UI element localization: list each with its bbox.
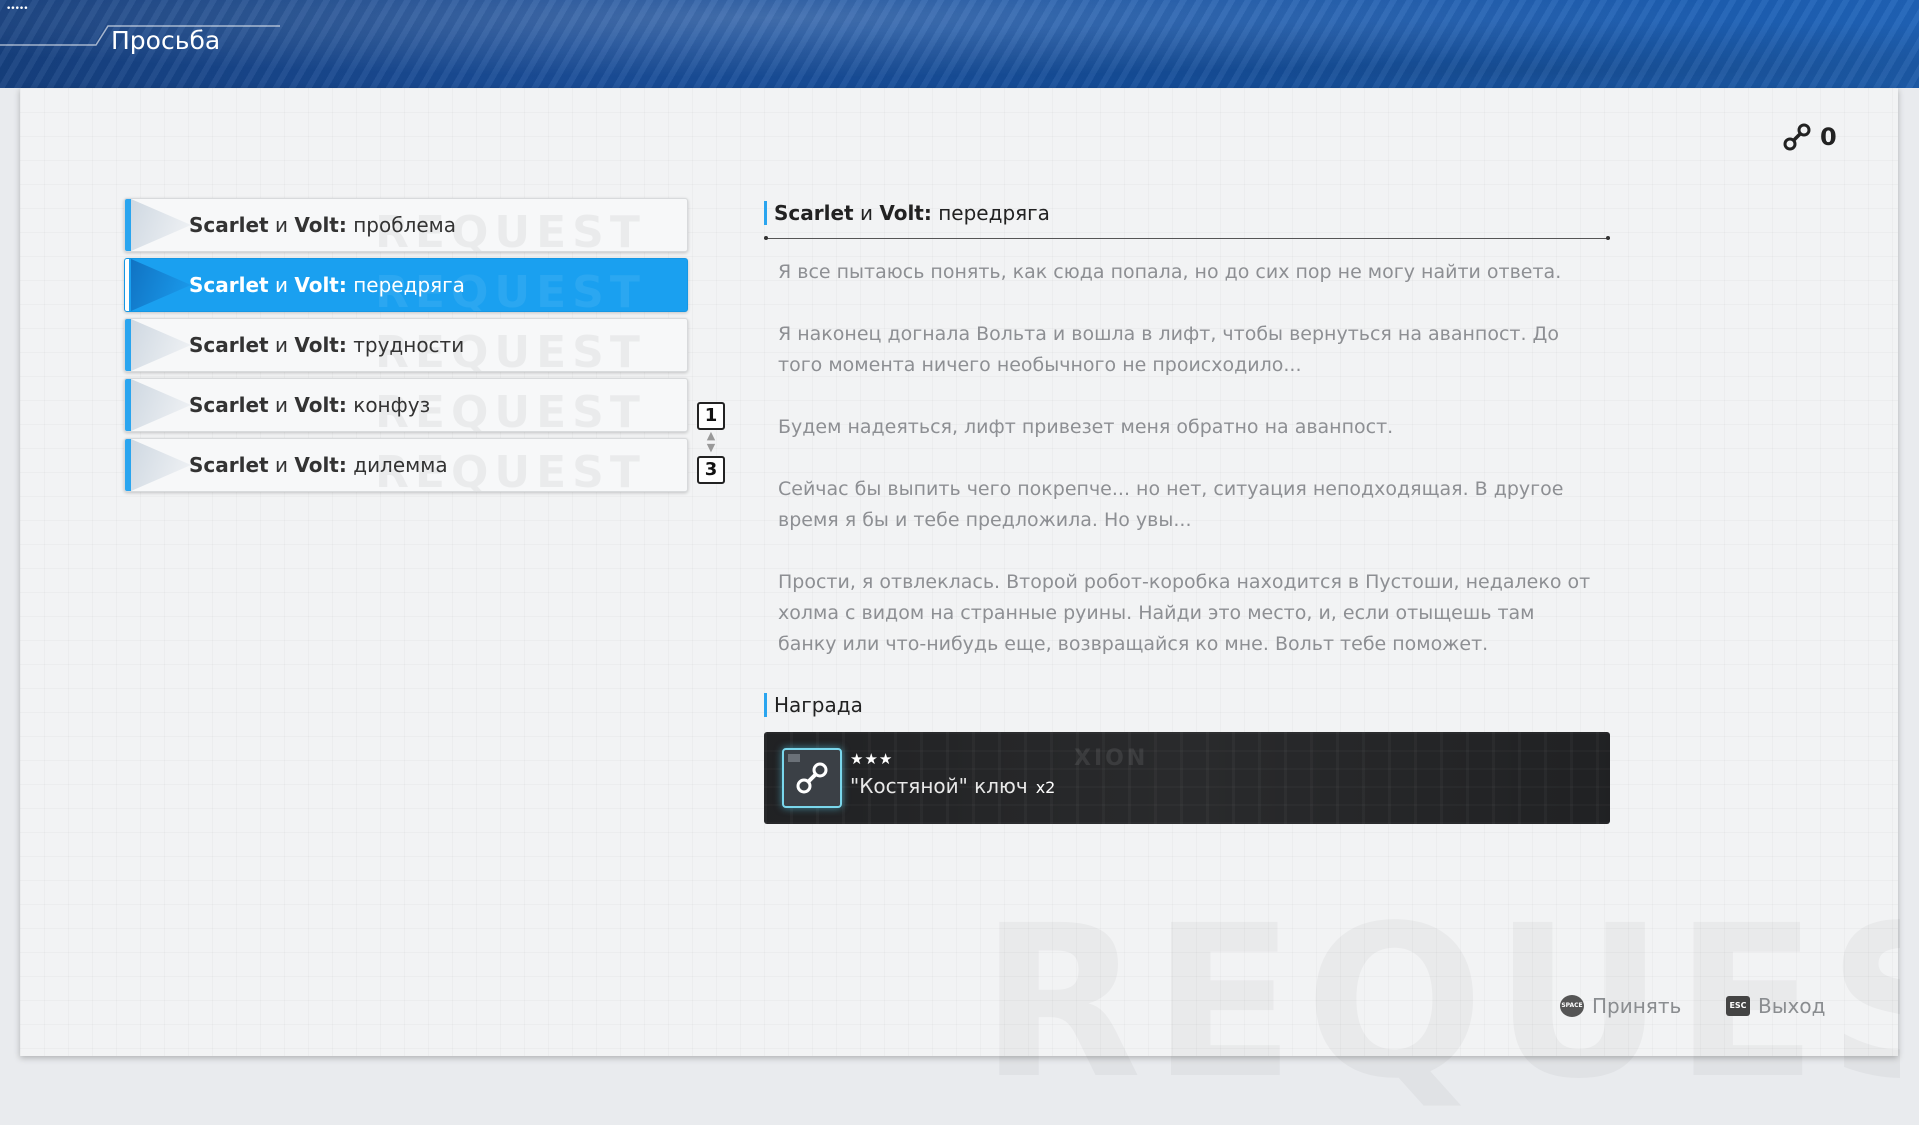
space-key-icon: SPACE (1560, 995, 1584, 1017)
quest-label: Scarlet и Volt: передряга (189, 273, 465, 297)
quest-label: Scarlet и Volt: дилемма (189, 453, 448, 477)
description-paragraph: Сейчас бы выпить чего покрепче... но нет… (778, 478, 1564, 531)
reward-card[interactable]: XION ★★★ "Костяной" ключ x2 (764, 732, 1610, 824)
quest-item-dilemma[interactable]: REQUEST Scarlet и Volt: дилемма (124, 438, 688, 492)
reward-card-watermark: XION (1074, 746, 1149, 771)
quest-label: Scarlet и Volt: трудности (189, 333, 465, 357)
quest-triangle-decor (131, 319, 191, 371)
quest-triangle-decor (131, 439, 191, 491)
key-counter: 0 (1782, 122, 1837, 152)
top-bar: ••••• Просьба (0, 0, 1919, 88)
quest-accent-bar (125, 319, 131, 371)
reward-item-name: "Костяной" ключ x2 (850, 774, 1056, 798)
title-divider (764, 236, 1610, 240)
current-page: 1 (697, 402, 725, 430)
detail-title: Scarlet и Volt: передряга (764, 198, 1610, 228)
status-dots: ••••• (6, 4, 29, 14)
accept-label: Принять (1592, 994, 1682, 1018)
description-paragraph: Прости, я отвлеклась. Второй робот-короб… (778, 571, 1591, 655)
quest-triangle-decor (131, 199, 191, 251)
quest-description: Я все пытаюсь понять, как сюда попала, н… (764, 257, 1598, 660)
quest-item-confusion[interactable]: REQUEST Scarlet и Volt: конфуз (124, 378, 688, 432)
quest-triangle-decor (131, 259, 191, 311)
description-paragraph: Я все пытаюсь понять, как сюда попала, н… (778, 261, 1562, 283)
reward-item-frame (782, 748, 842, 808)
esc-key-icon: ESC (1726, 996, 1750, 1016)
quest-label: Scarlet и Volt: проблема (189, 213, 457, 237)
bone-key-icon (788, 754, 828, 794)
page-scroll-arrows[interactable]: ▲ ▼ (697, 430, 725, 456)
key-icon (1783, 123, 1811, 151)
quest-label: Scarlet и Volt: конфуз (189, 393, 431, 417)
quest-detail: Scarlet и Volt: передряга Я все пытаюсь … (764, 198, 1610, 691)
exit-label: Выход (1758, 994, 1826, 1018)
scroll-down-icon[interactable]: ▼ (707, 441, 715, 454)
quest-accent-bar (125, 259, 129, 311)
quest-item-scrape[interactable]: REQUEST Scarlet и Volt: передряга (124, 258, 688, 312)
page-indicator: 1 ▲ ▼ 3 (697, 402, 727, 484)
quest-item-difficulties[interactable]: REQUEST Scarlet и Volt: трудности (124, 318, 688, 372)
total-pages: 3 (697, 456, 725, 484)
page-title: Просьба (111, 26, 221, 55)
quest-accent-bar (125, 199, 131, 251)
quest-list: REQUEST Scarlet и Volt: проблема REQUEST… (124, 198, 688, 498)
description-paragraph: Я наконец догнала Вольта и вошла в лифт,… (778, 323, 1560, 376)
accept-button[interactable]: SPACE Принять (1560, 994, 1681, 1018)
reward-title: Награда (764, 690, 863, 720)
quest-accent-bar (125, 379, 131, 431)
description-paragraph: Будем надеяться, лифт привезет меня обра… (778, 416, 1394, 438)
quest-triangle-decor (131, 379, 191, 431)
reward-rarity-stars: ★★★ (850, 750, 894, 768)
quest-accent-bar (125, 439, 131, 491)
exit-button[interactable]: ESC Выход (1726, 994, 1825, 1018)
key-count: 0 (1820, 123, 1837, 151)
quest-item-problem[interactable]: REQUEST Scarlet и Volt: проблема (124, 198, 688, 252)
reward-quantity: x2 (1035, 778, 1056, 797)
